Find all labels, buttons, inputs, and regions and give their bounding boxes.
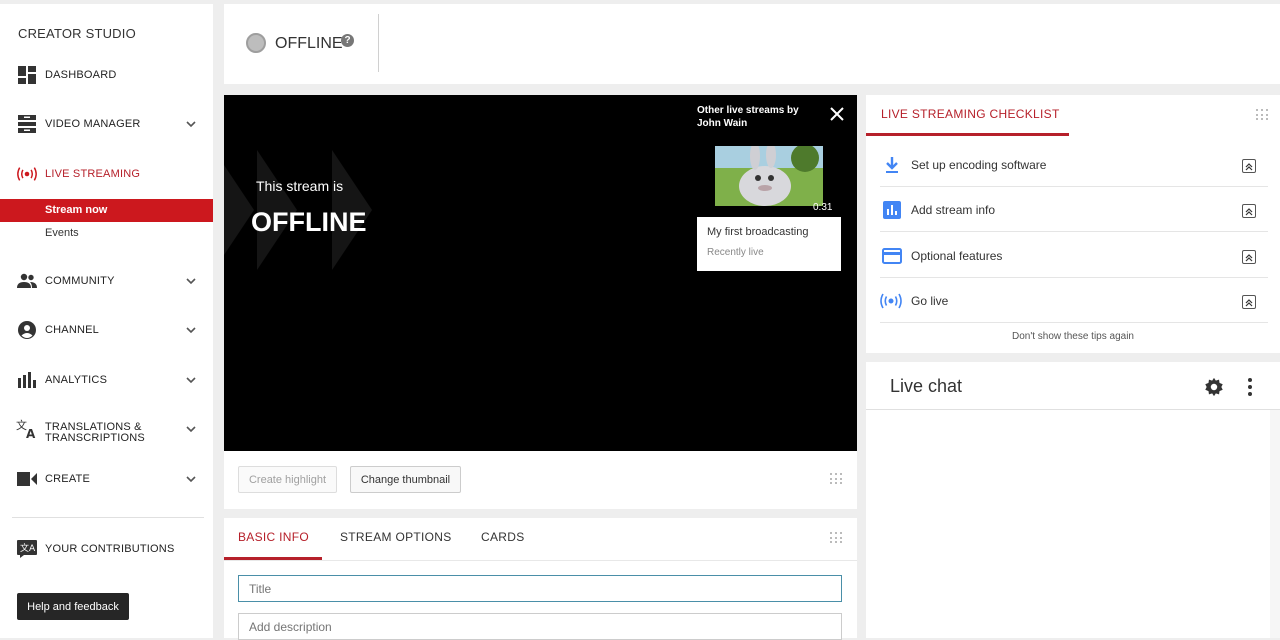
sidebar-item-label: DASHBOARD bbox=[45, 68, 117, 81]
bunny-thumbnail-image bbox=[715, 146, 823, 206]
change-thumbnail-button[interactable]: Change thumbnail bbox=[350, 466, 461, 493]
drag-handle-icon[interactable] bbox=[830, 473, 842, 485]
chevron-down-icon[interactable] bbox=[185, 473, 197, 485]
sidebar-item-label: CREATE bbox=[45, 472, 91, 485]
background-chevron bbox=[224, 150, 254, 270]
sidebar-item-label: YOUR CONTRIBUTIONS bbox=[45, 542, 175, 555]
sidebar-item-label: VIDEO MANAGER bbox=[45, 117, 141, 130]
svg-text:A: A bbox=[26, 427, 36, 439]
chevron-down-icon[interactable] bbox=[185, 275, 197, 287]
card-icon bbox=[882, 248, 902, 264]
sidebar-item-dashboard[interactable]: DASHBOARD bbox=[0, 55, 213, 95]
help-feedback-button[interactable]: Help and feedback bbox=[17, 593, 129, 620]
close-icon[interactable] bbox=[827, 104, 847, 124]
drag-handle-icon[interactable] bbox=[1256, 109, 1268, 121]
channel-icon bbox=[16, 319, 38, 341]
sidebar-brand: CREATOR STUDIO bbox=[18, 26, 136, 41]
sidebar-item-community[interactable]: COMMUNITY bbox=[0, 261, 213, 301]
checklist-item-label: Add stream info bbox=[911, 203, 996, 217]
stream-status-bar: OFFLINE ? bbox=[224, 4, 1280, 84]
status-indicator-icon bbox=[246, 33, 266, 53]
chat-header-divider bbox=[866, 409, 1280, 410]
previous-stream-card[interactable]: My first broadcasting Recently live bbox=[697, 217, 841, 271]
dont-show-tips-link[interactable]: Don't show these tips again bbox=[866, 331, 1280, 342]
analytics-icon bbox=[16, 369, 38, 391]
drag-handle-icon[interactable] bbox=[830, 532, 842, 544]
download-icon bbox=[886, 157, 898, 173]
sidebar-subitem-stream-now[interactable]: Stream now bbox=[0, 199, 213, 222]
sidebar-item-your-contributions[interactable]: 文A YOUR CONTRIBUTIONS bbox=[0, 529, 213, 569]
sidebar-item-label: LIVE STREAMING bbox=[45, 167, 141, 180]
sidebar-item-label: COMMUNITY bbox=[45, 274, 115, 287]
community-icon bbox=[16, 270, 38, 292]
sidebar-item-label: TRANSLATIONS & TRANSCRIPTIONS bbox=[45, 422, 145, 444]
sidebar-divider bbox=[12, 517, 204, 518]
sidebar-item-live-streaming[interactable]: LIVE STREAMING bbox=[0, 154, 213, 194]
checklist-item-stream-info[interactable]: Add stream info bbox=[880, 187, 1268, 232]
checklist-title: LIVE STREAMING CHECKLIST bbox=[881, 107, 1060, 121]
status-divider bbox=[378, 14, 379, 72]
sidebar-item-channel[interactable]: CHANNEL bbox=[0, 310, 213, 350]
expand-toggle-icon[interactable] bbox=[1242, 250, 1256, 264]
sidebar: CREATOR STUDIO DASHBOARD VIDEO MANAGER L… bbox=[0, 4, 213, 638]
offline-heading: OFFLINE bbox=[251, 207, 367, 237]
chevron-down-icon[interactable] bbox=[185, 118, 197, 130]
stream-info-panel: BASIC INFO STREAM OPTIONS CARDS bbox=[224, 518, 857, 640]
checklist-item-label: Set up encoding software bbox=[911, 158, 1047, 172]
create-highlight-button[interactable]: Create highlight bbox=[238, 466, 337, 493]
chevron-down-icon[interactable] bbox=[185, 423, 197, 435]
stats-icon bbox=[883, 201, 901, 219]
live-icon bbox=[880, 293, 902, 309]
video-camera-icon bbox=[16, 468, 38, 490]
other-streams-label: Other live streams by John Wain bbox=[697, 105, 799, 129]
sidebar-item-translations[interactable]: 文A TRANSLATIONS & TRANSCRIPTIONS bbox=[0, 409, 213, 449]
expand-toggle-icon[interactable] bbox=[1242, 159, 1256, 173]
video-player[interactable]: This stream is OFFLINE Other live stream… bbox=[224, 95, 857, 451]
tab-cards[interactable]: CARDS bbox=[481, 530, 525, 544]
chevron-down-icon[interactable] bbox=[185, 324, 197, 336]
stream-card-subtitle: Recently live bbox=[707, 247, 764, 258]
checklist-item-label: Go live bbox=[911, 294, 949, 308]
live-chat-title: Live chat bbox=[890, 376, 963, 396]
tab-stream-options[interactable]: STREAM OPTIONS bbox=[340, 530, 452, 544]
sidebar-item-video-manager[interactable]: VIDEO MANAGER bbox=[0, 104, 213, 144]
sidebar-item-label: ANALYTICS bbox=[45, 373, 108, 386]
svg-text:文A: 文A bbox=[20, 542, 36, 554]
sidebar-item-analytics[interactable]: ANALYTICS bbox=[0, 360, 213, 400]
stream-status-text: OFFLINE bbox=[275, 35, 343, 52]
live-streaming-checklist: LIVE STREAMING CHECKLIST Set up encoding… bbox=[866, 95, 1280, 353]
expand-toggle-icon[interactable] bbox=[1242, 295, 1256, 309]
dashboard-icon bbox=[16, 64, 38, 86]
stream-card-title: My first broadcasting bbox=[707, 226, 809, 238]
checklist-title-indicator bbox=[866, 133, 1069, 136]
checklist-item-optional-features[interactable]: Optional features bbox=[880, 233, 1268, 278]
tabs-divider bbox=[224, 560, 857, 561]
player-panel: This stream is OFFLINE Other live stream… bbox=[224, 95, 857, 509]
stream-thumbnail[interactable] bbox=[715, 146, 823, 206]
contributions-icon: 文A bbox=[16, 538, 38, 560]
description-input[interactable] bbox=[238, 613, 842, 640]
checklist-item-go-live[interactable]: Go live bbox=[880, 278, 1268, 323]
sidebar-item-label: CHANNEL bbox=[45, 323, 99, 336]
checklist-item-encoding[interactable]: Set up encoding software bbox=[880, 142, 1268, 187]
sidebar-subitem-events[interactable]: Events bbox=[0, 222, 213, 245]
title-input[interactable] bbox=[238, 575, 842, 602]
expand-toggle-icon[interactable] bbox=[1242, 204, 1256, 218]
more-vert-icon[interactable] bbox=[1246, 377, 1254, 397]
tab-basic-info[interactable]: BASIC INFO bbox=[238, 530, 309, 544]
offline-caption: This stream is bbox=[256, 178, 344, 194]
live-streaming-icon bbox=[16, 163, 38, 185]
help-icon[interactable]: ? bbox=[341, 34, 354, 47]
translate-icon: 文A bbox=[16, 418, 38, 440]
live-chat-panel: Live chat bbox=[866, 362, 1280, 638]
chevron-down-icon[interactable] bbox=[185, 374, 197, 386]
sidebar-item-create[interactable]: CREATE bbox=[0, 459, 213, 499]
checklist-item-label: Optional features bbox=[911, 249, 1003, 263]
translations-line2: TRANSCRIPTIONS bbox=[45, 432, 145, 444]
chat-scrollbar[interactable] bbox=[1270, 410, 1280, 638]
gear-icon[interactable] bbox=[1203, 376, 1225, 398]
video-manager-icon bbox=[16, 113, 38, 135]
